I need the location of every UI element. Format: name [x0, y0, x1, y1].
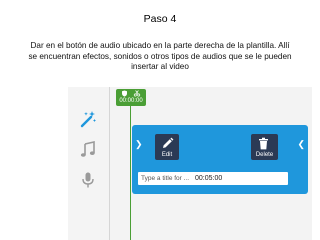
clip-left-handle[interactable]: ❯: [135, 139, 143, 149]
clip-right-handle[interactable]: ❮: [297, 139, 305, 149]
delete-button-label: Delete: [255, 152, 274, 158]
trash-icon: [259, 137, 268, 150]
clip-duration: 00:05:00: [195, 175, 223, 182]
edit-button-label: Edit: [161, 152, 173, 158]
music-note-icon[interactable]: [79, 140, 97, 158]
timeline[interactable]: 00:00:00 ❯ Edit Delete ❮ Type a title fo…: [110, 87, 312, 240]
instructions-text: Dar en el botón de audio ubicado en la p…: [28, 41, 292, 72]
scissors-icon: [133, 90, 141, 97]
clip-title-field[interactable]: Type a title for ... 00:05:00: [138, 172, 288, 185]
shield-icon: [122, 90, 127, 97]
pencil-icon: [163, 137, 174, 148]
playhead-line[interactable]: [130, 106, 131, 240]
microphone-icon[interactable]: [79, 171, 97, 189]
video-clip[interactable]: ❯ Edit Delete ❮ Type a title for ... 00:…: [132, 125, 308, 194]
magic-wand-icon[interactable]: [79, 110, 97, 128]
delete-button[interactable]: Delete: [251, 134, 278, 160]
slide-title: Paso 4: [143, 13, 177, 25]
playhead-icons: [122, 90, 141, 97]
tool-panel: [68, 87, 110, 240]
edit-button[interactable]: Edit: [155, 134, 179, 160]
video-editor-screenshot: 00:00:00 ❯ Edit Delete ❮ Type a title fo…: [68, 87, 312, 240]
playhead-time: 00:00:00: [119, 98, 143, 104]
playhead-marker[interactable]: 00:00:00: [116, 89, 146, 106]
clip-title-placeholder: Type a title for ...: [141, 175, 190, 182]
